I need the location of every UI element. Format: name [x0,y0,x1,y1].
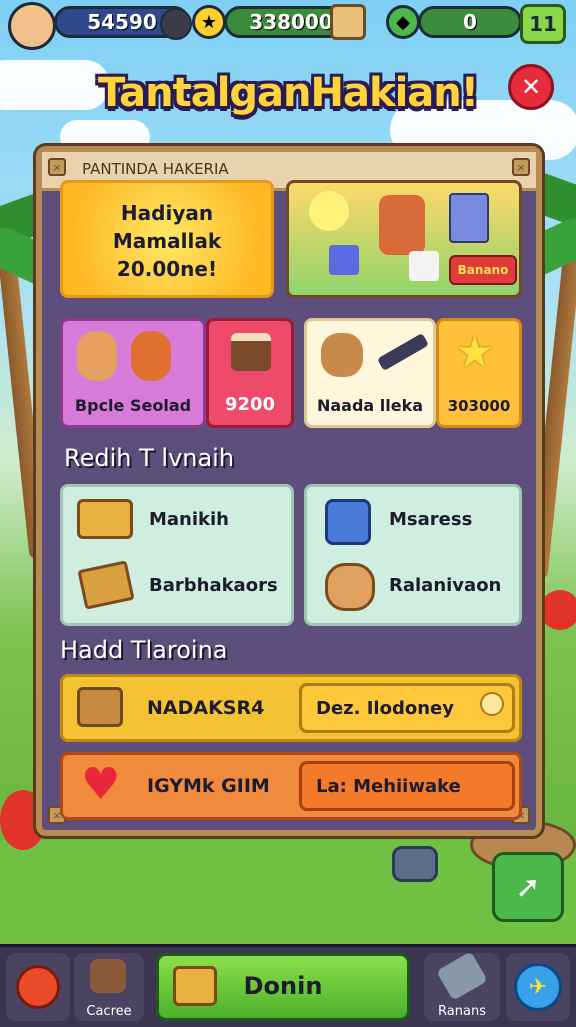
bolt-icon: × [48,158,66,176]
banner-line3: 20.00ne! [116,257,218,281]
item-label-4: Ralanivaon [389,575,502,596]
sun-icon [309,191,349,231]
sack-icon [90,959,126,993]
dice-icon [329,245,359,275]
heart-icon: ♥ [81,759,121,810]
nav-item-3[interactable]: Ranans [424,951,500,1021]
top-status-bar: 54590 ★ 338000 ◆ 0 11 [0,0,576,50]
dice-icon [325,499,371,545]
tool-icon [376,332,430,372]
offer-label-1: Bpcle Seolad [74,396,192,415]
coins-value: 338000 [249,10,333,34]
task-row-1[interactable]: NADAKSR4 Dez. Ilodoney [60,674,522,742]
scroll-icon [77,687,123,727]
offer-card-1[interactable]: Bpcle Seolad [60,318,206,428]
rocket-icon: ➚ [515,869,541,905]
bear-icon [325,563,375,611]
reward-group-1[interactable]: Manikih Barbhakaors [60,484,294,626]
banner-line2: Mamallak [112,229,222,253]
apple-icon [540,590,576,630]
task-action-2[interactable]: La: Mehiiwake [299,761,515,811]
bear-icon [321,333,363,377]
bolt-icon: × [512,158,530,176]
banner-line1: Hadiyan [120,201,214,225]
offer-label-4: 303000 [447,397,511,415]
nav-tomato[interactable] [6,953,70,1021]
promo-card[interactable]: Banano [286,180,522,298]
task-action-1[interactable]: Dez. Ilodoney [299,683,515,733]
page-title: TantalganHakian! [97,70,479,116]
main-action-button[interactable]: Donin [156,953,410,1021]
star-icon: ★ [455,327,495,378]
task-left-2: IGYMk GIIM [147,775,270,797]
task-right-2: La: Mehiiwake [316,776,461,797]
promo-badge: Banano [449,255,517,285]
item-label-3: Msaress [389,509,473,530]
crate-icon [77,560,135,610]
dice-icon [409,251,439,281]
reward-banner[interactable]: Hadiyan Mamallak 20.00ne! [60,180,274,298]
kid-icon [77,331,117,381]
gift-icon [77,499,133,539]
nav-label-1: Cacree [86,1004,132,1019]
section-title-1: Redih T lvnaih [64,444,235,472]
task-right-1: Dez. Ilodoney [316,698,454,719]
level-value: 11 [529,12,557,36]
nav-item-1[interactable]: Cacree [74,953,144,1021]
main-action-label: Donin [243,972,323,1000]
level-badge[interactable]: 11 [520,4,566,44]
item-label-2: Barbhakaors [149,575,278,596]
panel-heading: PANTINDA HAKERIA [82,160,229,178]
score-value: 54590 [87,10,157,34]
section-title-2: Hadd Tlaroina [60,636,228,664]
challenge-panel: PANTINDA HAKERIA × × × × Hadiyan Mamalla… [36,146,542,836]
card-icon [449,193,489,243]
nav-label-3: Ranans [438,1004,486,1019]
task-left-1: NADAKSR4 [147,697,265,719]
offer-label-2: 9200 [224,394,276,415]
cake-icon [231,333,271,371]
share-button[interactable]: ➚ [492,852,564,922]
pot-icon [392,846,438,882]
offer-card-4[interactable]: ★ 303000 [436,318,522,428]
player-avatar[interactable] [8,2,56,50]
plane-icon: ✈ [514,963,562,1011]
tomato-icon [16,965,60,1009]
bottom-nav: Cacree Donin Ranans ✈ [0,944,576,1027]
coin-icon: ★ [192,5,226,39]
character-icon [379,195,425,255]
gems-pill: 0 [418,6,522,38]
reward-group-2[interactable]: Msaress Ralanivaon [304,484,522,626]
item-label-1: Manikih [149,509,229,530]
nav-play[interactable]: ✈ [506,953,570,1021]
cannon-icon [436,951,488,1001]
task-row-2[interactable]: ♥ IGYMk GIIM La: Mehiiwake [60,752,522,820]
gem-icon: ◆ [386,5,420,39]
shield-icon [160,8,192,40]
face-icon [480,692,504,716]
offer-label-3: Naada lleka [316,396,424,415]
close-button[interactable]: ✕ [508,64,554,110]
offer-card-3[interactable]: Naada lleka [304,318,436,428]
kid-icon [131,331,171,381]
close-icon: ✕ [520,73,542,101]
gems-value: 0 [463,10,477,34]
chest-icon[interactable] [330,4,366,40]
offer-card-2[interactable]: 9200 [206,318,294,428]
